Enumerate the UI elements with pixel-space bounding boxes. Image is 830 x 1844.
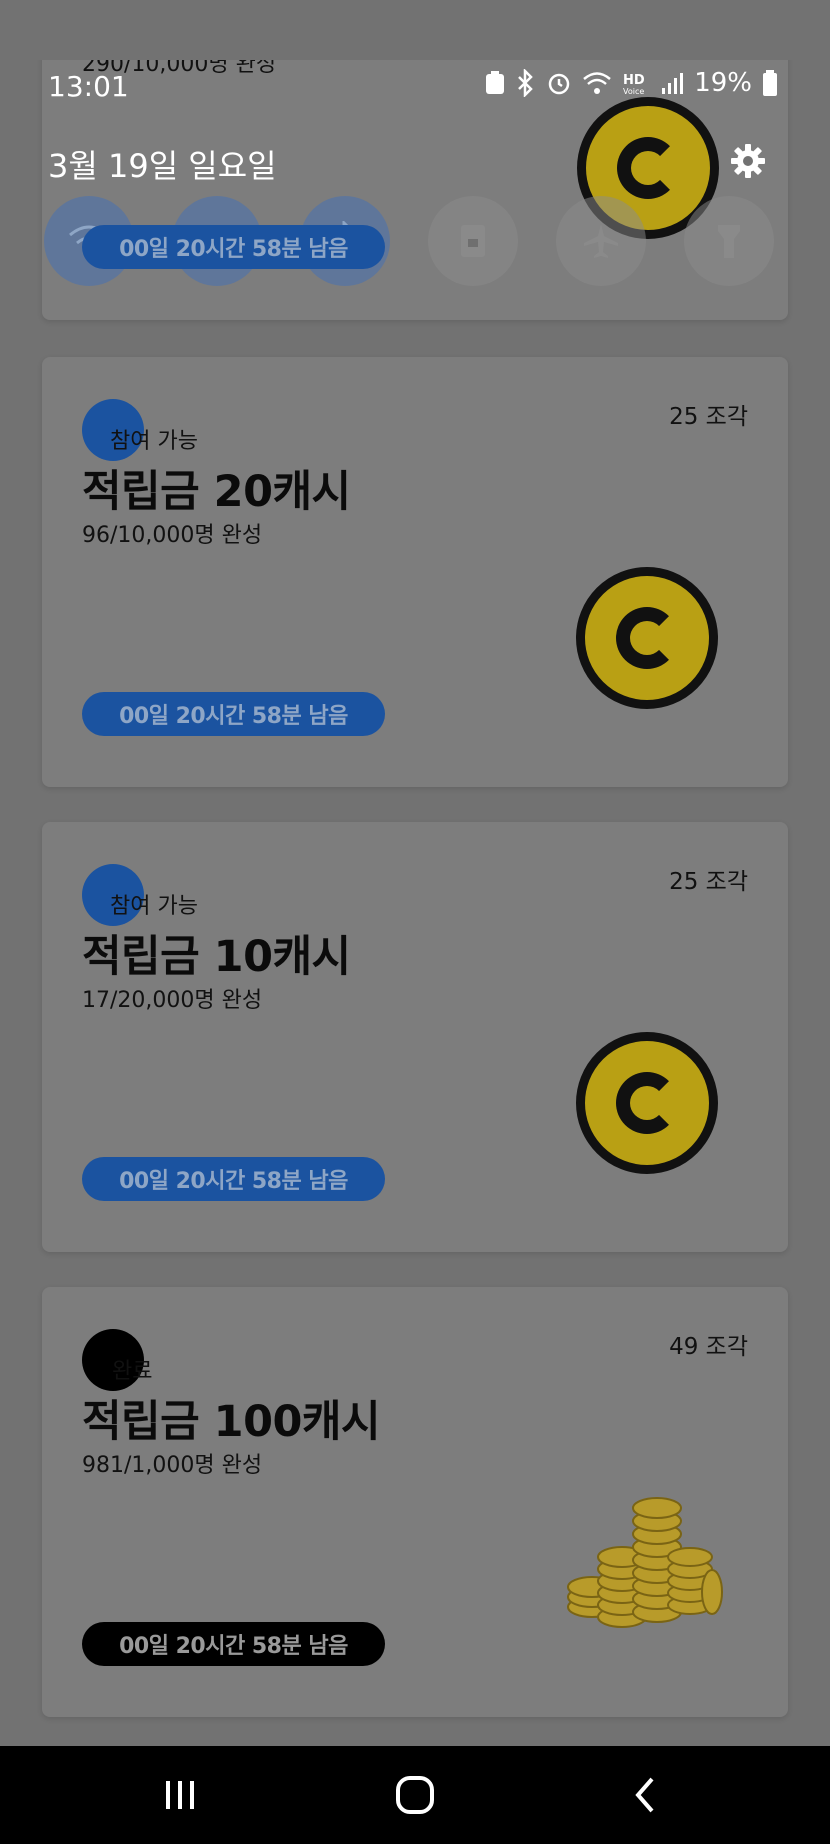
home-button[interactable] (385, 1770, 445, 1820)
coin-stack-icon (567, 1497, 723, 1628)
coin-icon (576, 567, 718, 709)
card-progress: 981/1,000명 완성 (82, 1453, 263, 1478)
battery-saver-icon (486, 71, 505, 94)
back-icon (635, 1777, 654, 1813)
home-icon (396, 1776, 434, 1814)
card-title: 적립금 10캐시 (82, 932, 351, 982)
system-icons: HD Voice 19% (484, 68, 778, 98)
coin-icon (576, 1032, 718, 1174)
card-pieces: 25 조각 (669, 869, 748, 895)
flashlight-icon (718, 225, 740, 258)
wifi-icon (583, 72, 612, 94)
status-bar-bg (0, 0, 830, 60)
card-progress: 17/20,000명 완성 (82, 988, 263, 1013)
status-time: 13:01 (48, 70, 129, 103)
back-button[interactable] (615, 1770, 675, 1820)
svg-text:Voice: Voice (623, 87, 644, 96)
reward-card-20cash[interactable]: 참여 가능 25 조각 적립금 20캐시 96/10,000명 완성 00일 2… (42, 357, 788, 787)
lock-rotation-icon (461, 225, 485, 257)
recent-apps-icon (166, 1781, 194, 1809)
card-timer-badge: 00일 20시간 58분 남음 (82, 1157, 385, 1201)
shade-date: 3월 19일 일요일 (48, 147, 277, 185)
reward-card-100cash[interactable]: 완료 49 조각 적립금 100캐시 981/1,000명 완성 00일 20시… (42, 1287, 788, 1717)
card-pieces: 25 조각 (669, 404, 748, 430)
lock-rotation-toggle[interactable] (428, 196, 518, 286)
card-status: 참여 가능 (110, 429, 198, 454)
flashlight-toggle[interactable] (684, 196, 774, 286)
card-timer-badge: 00일 20시간 58분 남음 (82, 692, 385, 736)
card-status: 참여 가능 (110, 894, 198, 919)
recent-apps-button[interactable] (150, 1770, 210, 1820)
card-title: 적립금 100캐시 (82, 1397, 381, 1447)
battery-percent: 19% (694, 68, 752, 98)
system-nav-bar (0, 1746, 830, 1844)
card-timer-badge: 00일 20시간 58분 남음 (82, 1622, 385, 1666)
settings-gear-icon[interactable] (730, 143, 766, 179)
card-timer-badge: 00일 20시간 58분 남음 (82, 225, 385, 269)
signal-icon (662, 73, 684, 94)
bluetooth-icon (518, 69, 533, 97)
card-title: 적립금 20캐시 (82, 467, 351, 517)
card-pieces: 49 조각 (669, 1334, 748, 1360)
card-progress: 96/10,000명 완성 (82, 523, 263, 548)
battery-icon (763, 70, 777, 96)
card-status: 완료 (112, 1359, 153, 1384)
airplane-toggle[interactable] (556, 196, 646, 286)
hd-voice-icon: HDVoice (623, 73, 645, 96)
alarm-icon (548, 73, 570, 95)
svg-text:HD: HD (623, 73, 645, 88)
reward-card-10cash[interactable]: 참여 가능 25 조각 적립금 10캐시 17/20,000명 완성 00일 2… (42, 822, 788, 1252)
airplane-icon (584, 224, 618, 258)
